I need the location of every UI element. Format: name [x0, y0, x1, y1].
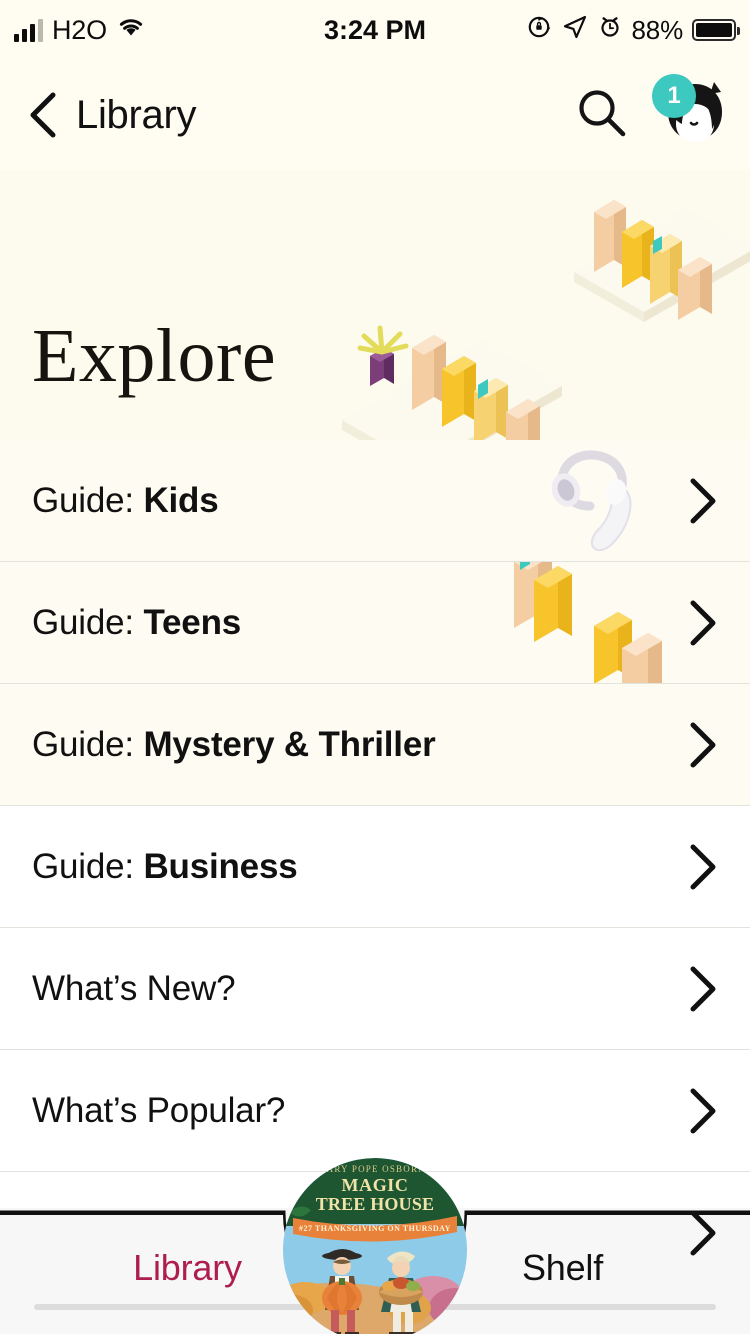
battery-icon — [692, 19, 740, 41]
nav-bar: Library 1 — [0, 60, 750, 170]
list-item-label: Guide: Kids — [32, 481, 219, 521]
list-item-name: Mystery & Thriller — [143, 724, 436, 764]
list-item-mystery-thriller[interactable]: Guide: Mystery & Thriller — [0, 684, 750, 806]
list-item-prefix: Guide: — [32, 602, 144, 642]
list-item-name: What’s New? — [32, 968, 236, 1008]
tab-bar: Library Shelf MARY POPE OSBORNE MAGIC TR… — [0, 1158, 750, 1334]
list-item-name: Kids — [143, 480, 219, 520]
back-button[interactable]: Library — [26, 91, 196, 139]
list-item-name: Teens — [143, 602, 242, 642]
alarm-clock-icon — [597, 14, 623, 47]
list-item-label: What’s New? — [32, 968, 236, 1009]
status-bar-right: 88% — [527, 0, 740, 60]
tab-label: Library — [133, 1247, 242, 1288]
list-item-label: Guide: Teens — [32, 603, 241, 643]
tab-indicator — [34, 1304, 341, 1310]
chevron-left-icon — [26, 91, 60, 139]
chevron-right-icon — [686, 844, 720, 890]
svg-text:#27 THANKSGIVING ON THURSDAY: #27 THANKSGIVING ON THURSDAY — [299, 1224, 451, 1233]
chevron-right-icon — [686, 966, 720, 1012]
list-item-label: Guide: Business — [32, 846, 298, 887]
clock-label: 3:24 PM — [323, 14, 427, 45]
svg-text:MAGIC: MAGIC — [342, 1175, 409, 1195]
avatar-icon — [658, 82, 732, 156]
list-item-kids[interactable]: Guide: Kids — [0, 440, 750, 562]
search-button[interactable] — [572, 85, 632, 145]
chevron-right-icon — [686, 1210, 720, 1256]
book-cover-thumbnail: MARY POPE OSBORNE MAGIC TREE HOUSE #27 T… — [283, 1158, 467, 1334]
tab-label: Shelf — [521, 1247, 604, 1288]
chevron-right-icon — [686, 600, 720, 646]
list-item-whats-popular[interactable]: What’s Popular? — [0, 1050, 750, 1172]
list-item-label: What’s Popular? — [32, 1091, 285, 1131]
app-screen: H2O 3:24 PM 88% Library 1 Explore Guide:… — [0, 0, 750, 1334]
list-item-business[interactable]: Guide: Business — [0, 806, 750, 928]
tab-indicator — [409, 1304, 716, 1310]
location-arrow-icon — [562, 14, 588, 47]
isometric-bookshelf-illustration — [326, 170, 750, 440]
list-item-prefix: Guide: — [32, 724, 144, 764]
avatar[interactable]: 1 — [652, 74, 732, 152]
rotation-lock-icon — [527, 14, 553, 47]
list-item-name: Business — [143, 846, 298, 886]
nav-title: Library — [76, 92, 197, 137]
list-item-label: Guide: Mystery & Thriller — [32, 725, 436, 765]
now-playing-book-button[interactable]: MARY POPE OSBORNE MAGIC TREE HOUSE #27 T… — [283, 1158, 467, 1334]
svg-text:TREE HOUSE: TREE HOUSE — [316, 1194, 435, 1214]
list-item-whats-new[interactable]: What’s New? — [0, 928, 750, 1050]
search-icon — [574, 85, 630, 146]
nav-actions: 1 — [572, 74, 732, 152]
list-item-prefix: Guide: — [32, 846, 144, 886]
chevron-right-icon — [686, 478, 720, 524]
avatar-badge: 1 — [652, 74, 696, 118]
status-bar: H2O 3:24 PM 88% — [0, 0, 750, 60]
hero-section: Explore — [0, 170, 750, 440]
list-item-prefix: Guide: — [32, 480, 144, 520]
chevron-right-icon — [686, 722, 720, 768]
list-item-teens[interactable]: Guide: Teens — [0, 562, 750, 684]
chevron-right-icon — [686, 1088, 720, 1134]
battery-percent-label: 88% — [631, 14, 684, 45]
page-title: Explore — [32, 314, 277, 398]
list-item-name: What’s Popular? — [32, 1090, 286, 1130]
